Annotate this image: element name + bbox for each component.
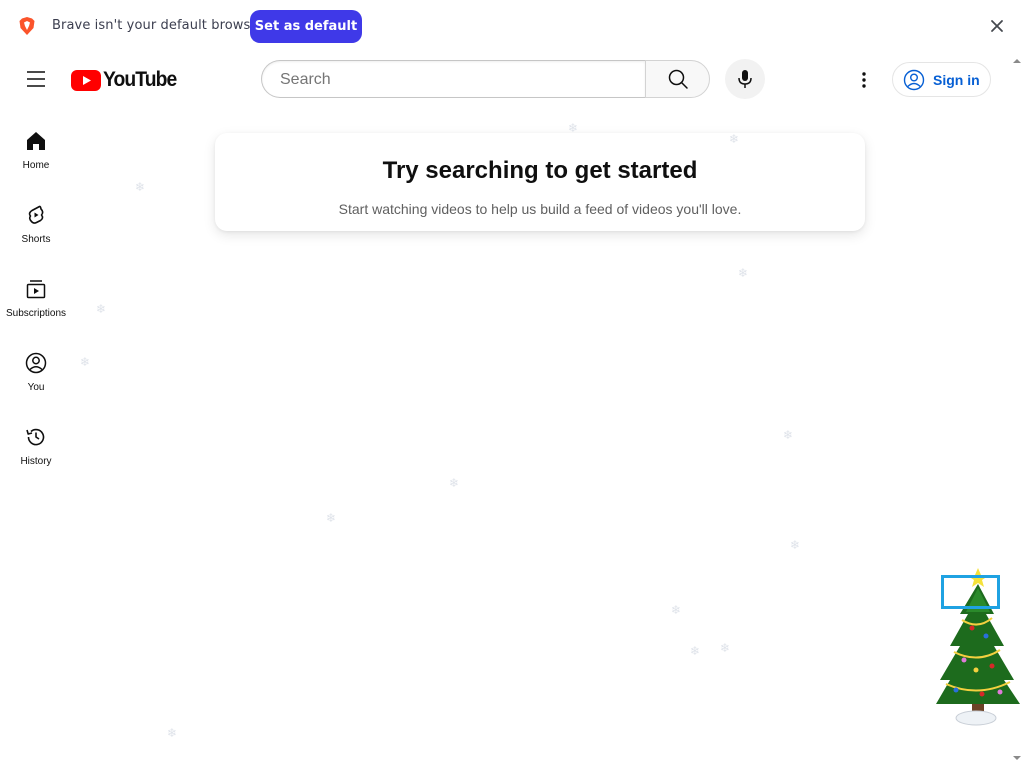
search-icon	[668, 69, 688, 89]
infobar-message: Brave isn't your default browser	[52, 18, 264, 33]
guide-item-label: Shorts	[21, 234, 51, 245]
you-icon	[25, 352, 47, 374]
voice-search-button[interactable]	[725, 59, 765, 99]
snowflake-icon: ❄	[449, 476, 460, 490]
scroll-down-arrow-icon[interactable]	[1012, 753, 1022, 763]
snowflake-icon: ❄	[167, 726, 178, 740]
history-icon	[26, 428, 45, 446]
snowflake-icon: ❄	[96, 302, 107, 316]
default-browser-infobar: Brave isn't your default browser Set as …	[0, 0, 1024, 52]
sign-in-button[interactable]: Sign in	[892, 62, 991, 97]
search-input[interactable]	[278, 61, 642, 99]
more-vert-icon	[862, 72, 866, 88]
guide-item-shorts[interactable]: Shorts	[0, 197, 72, 261]
snowflake-icon: ❄	[738, 266, 749, 280]
snowflake-icon: ❄	[671, 603, 682, 617]
guide-item-label: Subscriptions	[5, 308, 67, 319]
youtube-play-icon	[71, 69, 101, 91]
guide-item-history[interactable]: History	[0, 419, 72, 483]
close-icon[interactable]	[986, 15, 1008, 37]
youtube-logo[interactable]: YouTube	[71, 68, 183, 92]
snowflake-icon: ❄	[783, 428, 794, 442]
brave-logo-icon	[19, 17, 35, 35]
guide-item-home[interactable]: Home	[0, 123, 72, 187]
home-icon	[27, 132, 45, 150]
set-as-default-button[interactable]: Set as default	[250, 10, 362, 43]
snowflake-icon: ❄	[135, 180, 146, 194]
menu-icon[interactable]	[20, 63, 52, 95]
youtube-logo-text: YouTube	[103, 68, 177, 91]
feed-nudge-title: Try searching to get started	[382, 157, 698, 184]
microphone-icon	[738, 70, 752, 88]
scroll-up-arrow-icon[interactable]	[1012, 56, 1022, 66]
snowflake-icon: ❄	[326, 511, 337, 525]
settings-more-button[interactable]	[848, 64, 880, 96]
subscriptions-icon	[26, 280, 46, 299]
guide-item-label: Home	[22, 160, 50, 171]
snowflake-icon: ❄	[720, 641, 731, 655]
snowflake-icon: ❄	[790, 538, 801, 552]
search-button[interactable]	[645, 60, 710, 98]
snowflake-icon: ❄	[729, 132, 740, 146]
guide-item-subscriptions[interactable]: Subscriptions	[0, 271, 72, 335]
tree-highlight-box	[941, 575, 1000, 609]
account-circle-icon	[903, 69, 925, 90]
search-box[interactable]	[261, 60, 645, 99]
sign-in-label: Sign in	[933, 71, 980, 88]
feed-nudge-subtitle: Start watching videos to help us build a…	[338, 201, 742, 217]
guide-item-label: History	[20, 456, 52, 467]
guide-item-label: You	[27, 382, 45, 393]
snowflake-icon: ❄	[568, 121, 579, 135]
snowflake-icon: ❄	[690, 644, 701, 658]
feed-nudge-card: Try searching to get started Start watch…	[215, 133, 865, 231]
snowflake-icon: ❄	[80, 355, 91, 369]
guide-item-you[interactable]: You	[0, 345, 72, 409]
shorts-icon	[28, 205, 44, 224]
